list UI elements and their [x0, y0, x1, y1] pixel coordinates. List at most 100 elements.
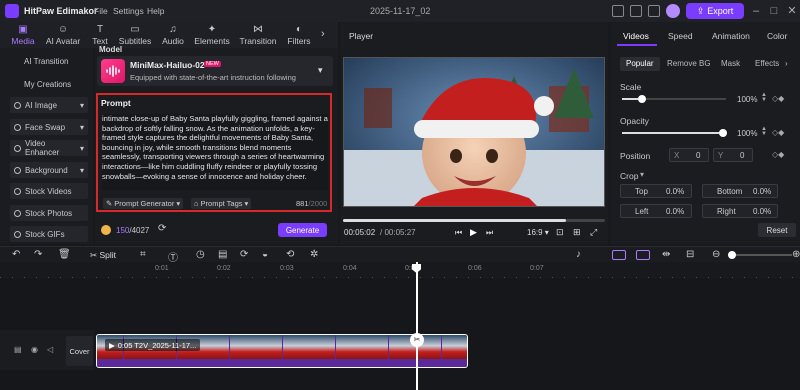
chevron-down-icon[interactable]: ▾	[640, 170, 644, 179]
minimize-icon[interactable]: –	[750, 5, 762, 17]
sidebar-item-my-creations[interactable]: My Creations	[10, 76, 88, 92]
subtab-mask[interactable]: Mask	[721, 59, 740, 68]
opacity-slider-handle[interactable]	[719, 129, 727, 137]
chevron-right-icon[interactable]: ›	[321, 28, 325, 40]
fit-timeline-icon[interactable]: ⊟	[686, 249, 694, 260]
track-mute-icon[interactable]: ◁	[47, 345, 53, 354]
snap-icon[interactable]: ⇹	[662, 249, 670, 260]
fit-icon[interactable]: ⊞	[573, 227, 581, 238]
rotate-icon[interactable]: ⟳	[240, 249, 248, 260]
sidebar-item-face-swap[interactable]: Face Swap ▾	[10, 119, 88, 135]
ruler-tick: 0:03	[280, 265, 294, 272]
clip-thumbnail	[229, 335, 256, 359]
undo-icon[interactable]: ↶	[12, 249, 20, 260]
crop-right-field[interactable]: Right 0.0%	[702, 204, 778, 218]
timeline-ruler[interactable]	[0, 262, 800, 278]
menu-settings[interactable]: Settings	[113, 6, 144, 16]
effect-icon[interactable]: ✲	[310, 249, 318, 260]
aspect-ratio-select[interactable]: 16:9 ▾	[527, 228, 549, 237]
sidebar-item-ai-transition[interactable]: AI Transition	[10, 53, 88, 69]
scissors-icon[interactable]: ✂	[410, 333, 424, 347]
speed-icon[interactable]: ◷	[196, 249, 205, 260]
monitor-icon[interactable]	[612, 5, 624, 17]
menu-help[interactable]: Help	[147, 6, 164, 16]
scale-value[interactable]: 100%	[737, 95, 757, 104]
keyframe-icon[interactable]: ◇◆	[772, 94, 784, 103]
prompt-tags-button[interactable]: ⌂ Prompt Tags ▾	[191, 198, 252, 209]
close-icon[interactable]: ✕	[786, 5, 798, 17]
fullscreen-icon[interactable]: ⤢	[590, 227, 597, 238]
track-lock-icon[interactable]: ▤	[14, 345, 22, 354]
subtab-remove-bg[interactable]: Remove BG	[667, 59, 711, 68]
mirror-icon[interactable]: ◒	[262, 249, 268, 260]
playhead[interactable]	[416, 262, 418, 390]
split-button[interactable]: ✂ Split	[90, 250, 116, 261]
stepper-icon[interactable]: ▲ ▼	[761, 126, 767, 137]
zoom-out-icon[interactable]: ⊖	[712, 249, 720, 260]
tab-transition[interactable]: ⋈ Transition	[235, 24, 281, 46]
tab-elements[interactable]: ✦ Elements	[189, 24, 235, 46]
position-x-field[interactable]: X0	[669, 148, 709, 162]
grid-icon[interactable]	[648, 5, 660, 17]
tab-label: Media	[11, 36, 35, 46]
reverse-icon[interactable]: ⟲	[286, 249, 294, 260]
tab-videos[interactable]: Videos	[623, 31, 649, 41]
opacity-slider[interactable]	[622, 132, 726, 134]
crop-icon[interactable]: ⌗	[140, 249, 146, 260]
refresh-icon[interactable]: ⟳	[158, 223, 166, 234]
sidebar-item-stock-videos[interactable]: Stock Videos	[10, 183, 88, 199]
reset-button[interactable]: Reset	[758, 223, 796, 237]
scale-slider-handle[interactable]	[638, 95, 646, 103]
tab-animation[interactable]: Animation	[712, 31, 750, 41]
timeline-toolbar	[0, 246, 800, 262]
redo-icon[interactable]: ↷	[34, 249, 42, 260]
sidebar-item-video-enhancer[interactable]: Video Enhancer ▾	[10, 139, 88, 157]
chevron-right-icon[interactable]: ›	[785, 59, 788, 68]
prev-frame-icon[interactable]: ⏮	[455, 228, 462, 238]
track-visibility-icon[interactable]: ◉	[31, 345, 38, 354]
tab-color[interactable]: Color	[767, 31, 787, 41]
play-icon[interactable]: ▶	[470, 227, 477, 238]
sidebar-item-stock-gifs[interactable]: Stock GIFs	[10, 226, 88, 242]
opacity-value[interactable]: 100%	[737, 129, 757, 138]
cover-button[interactable]: Cover	[66, 336, 93, 366]
next-frame-icon[interactable]: ⏭	[486, 228, 493, 238]
zoom-in-icon[interactable]: ⊕	[792, 249, 800, 260]
sidebar-item-ai-image[interactable]: AI Image ▾	[10, 97, 88, 113]
link-icon[interactable]	[612, 250, 626, 260]
magnet-icon[interactable]	[636, 250, 650, 260]
delete-icon[interactable]: 🗑	[58, 249, 71, 260]
layout-icon[interactable]	[630, 5, 642, 17]
clip-label: ▶ 0:05 T2V_2025-11-17...	[105, 339, 201, 351]
stepper-icon[interactable]: ▲ ▼	[761, 92, 767, 103]
prompt-textarea[interactable]: intimate close-up of Baby Santa playfull…	[102, 114, 328, 190]
subtab-effects[interactable]: Effects	[755, 59, 779, 68]
playback-progress[interactable]	[343, 219, 605, 222]
total-time: / 00:05:27	[380, 228, 416, 237]
crop-top-field[interactable]: Top 0.0%	[620, 184, 692, 198]
tab-filters[interactable]: ◐ Filters	[276, 24, 322, 46]
video-preview[interactable]	[343, 57, 605, 207]
crop-bottom-field[interactable]: Bottom 0.0%	[702, 184, 778, 198]
prompt-generator-button[interactable]: ✎ Prompt Generator ▾	[103, 198, 184, 209]
generate-button[interactable]: Generate	[278, 223, 327, 237]
position-x-value: 0	[696, 151, 701, 160]
subtab-popular[interactable]: Popular	[626, 59, 654, 68]
zoom-slider[interactable]	[728, 254, 792, 256]
chevron-down-icon[interactable]: ▾	[318, 65, 323, 76]
snapshot-icon[interactable]: ⊡	[556, 227, 564, 238]
keyframe-icon[interactable]: ◇◆	[772, 128, 784, 137]
crop-left-field[interactable]: Left 0.0%	[620, 204, 692, 218]
avatar[interactable]	[666, 4, 680, 18]
menu-file[interactable]: File	[94, 6, 108, 16]
freeze-icon[interactable]: ▤	[218, 249, 227, 260]
sidebar-item-background[interactable]: Background ▾	[10, 162, 88, 178]
microphone-icon[interactable]: ♪	[576, 249, 581, 260]
sidebar-item-stock-photos[interactable]: Stock Photos	[10, 205, 88, 221]
export-button[interactable]: ⇪ Export	[686, 3, 744, 19]
position-y-field[interactable]: Y0	[713, 148, 753, 162]
tab-speed[interactable]: Speed	[668, 31, 693, 41]
zoom-slider-handle[interactable]	[728, 251, 736, 259]
maximize-icon[interactable]: □	[768, 5, 780, 17]
keyframe-icon[interactable]: ◇◆	[772, 150, 784, 159]
